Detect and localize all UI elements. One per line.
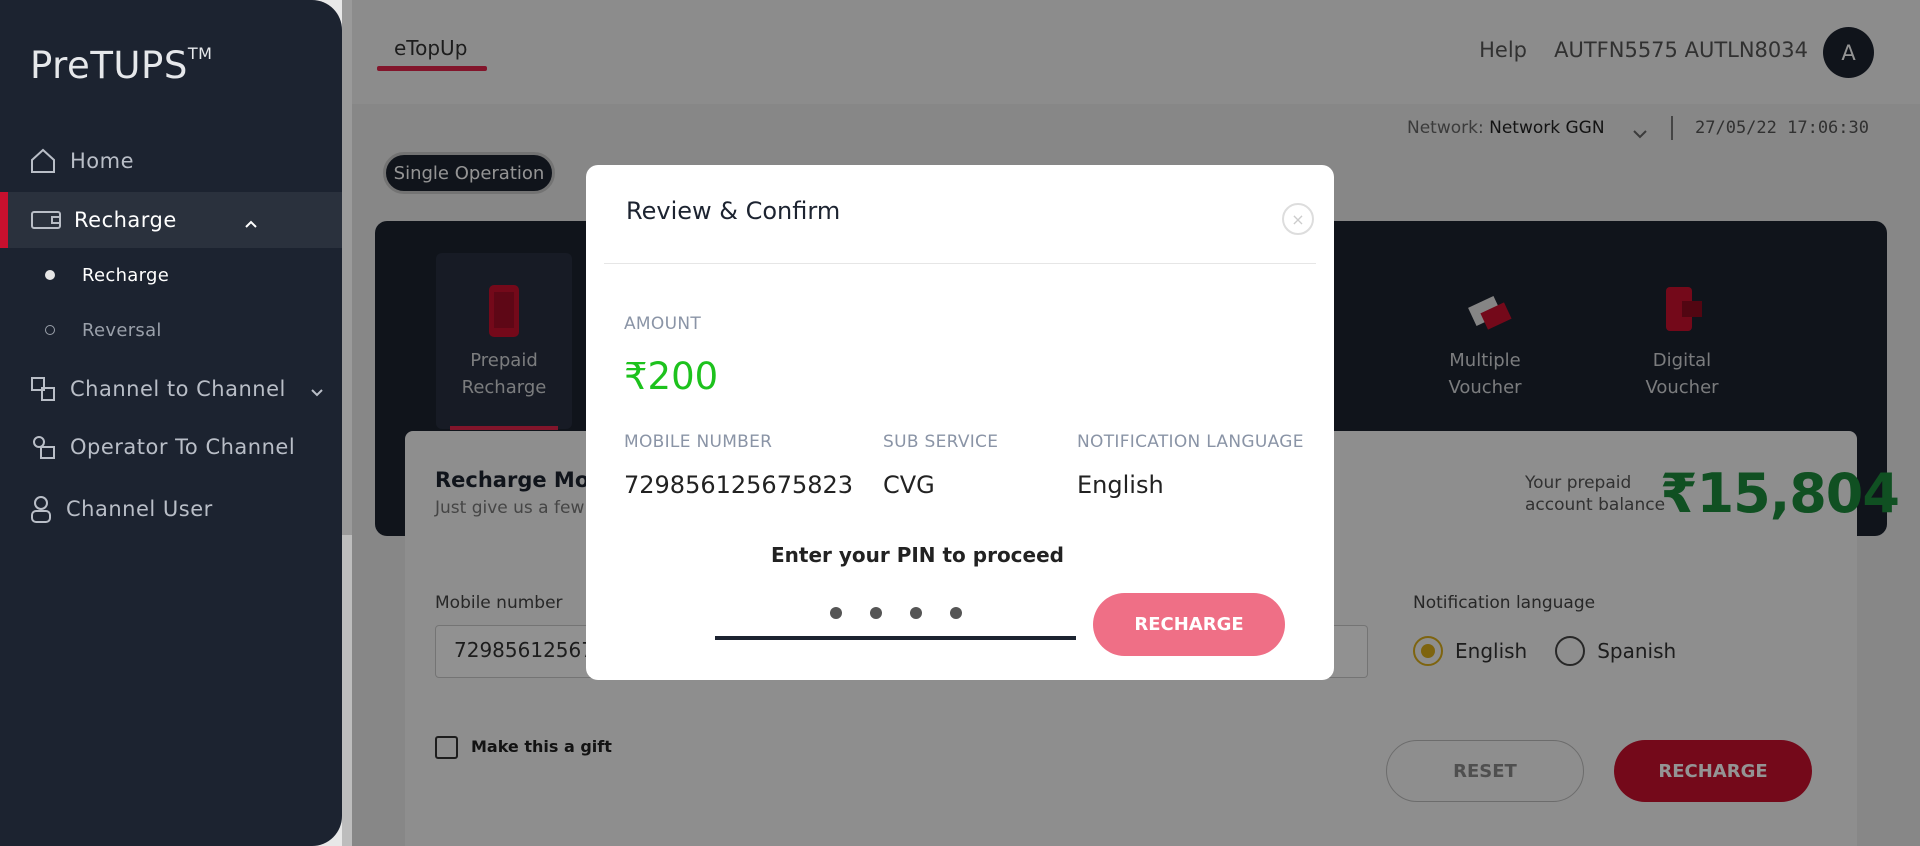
wallet-icon xyxy=(30,205,62,235)
user-icon xyxy=(26,494,56,524)
divider xyxy=(604,263,1316,264)
notification-language-value: English xyxy=(1077,471,1164,499)
sidebar-item-label: Channel User xyxy=(66,497,213,521)
amount-label: AMOUNT xyxy=(624,314,702,334)
chevron-up-icon xyxy=(244,210,258,234)
app-logo: PreTUPSTM xyxy=(30,43,213,87)
sub-service-label: SUB SERVICE xyxy=(883,432,999,452)
modal-title: Review & Confirm xyxy=(626,197,841,225)
sidebar-item-recharge[interactable]: Recharge xyxy=(0,192,342,248)
chevron-down-icon xyxy=(310,379,324,403)
sidebar-item-label: Channel to Channel xyxy=(70,377,286,401)
bullet-hollow-icon xyxy=(45,325,55,335)
transfer-icon xyxy=(28,374,58,404)
notification-language-label: NOTIFICATION LANGUAGE xyxy=(1077,432,1304,452)
pin-dot xyxy=(829,607,842,619)
modal-recharge-button[interactable]: RECHARGE xyxy=(1093,593,1285,656)
review-confirm-modal: Review & Confirm × AMOUNT ₹200 MOBILE NU… xyxy=(586,165,1334,680)
sidebar-item-label: Recharge xyxy=(74,208,177,232)
sidebar: PreTUPSTM Home Recharge Recharge Reversa… xyxy=(0,0,342,846)
sidebar-item-label: Operator To Channel xyxy=(70,435,296,459)
sidebar-item-operator-to-channel[interactable]: Operator To Channel xyxy=(0,419,342,475)
operator-icon xyxy=(28,432,58,462)
close-icon[interactable]: × xyxy=(1282,203,1314,235)
sidebar-item-home[interactable]: Home xyxy=(0,133,342,189)
sub-service-value: CVG xyxy=(883,471,935,499)
mobile-number-label: MOBILE NUMBER xyxy=(624,432,773,452)
sidebar-subitem-label: Recharge xyxy=(82,264,170,286)
bullet-filled-icon xyxy=(45,270,55,280)
sidebar-subitem-reversal[interactable]: Reversal xyxy=(0,310,162,350)
pin-dot xyxy=(909,607,922,619)
sidebar-item-label: Home xyxy=(70,149,135,173)
pin-dot xyxy=(869,607,882,619)
sidebar-item-channel-user[interactable]: Channel User xyxy=(0,481,342,537)
sidebar-subitem-recharge[interactable]: Recharge xyxy=(0,255,169,295)
pin-input[interactable] xyxy=(715,590,1076,640)
pin-dot xyxy=(949,607,962,619)
home-icon xyxy=(28,146,58,176)
mobile-number-value: 729856125675823 xyxy=(624,471,854,499)
sidebar-scrollbar-thumb[interactable] xyxy=(342,0,352,535)
sidebar-subitem-label: Reversal xyxy=(82,319,162,341)
sidebar-item-channel-to-channel[interactable]: Channel to Channel xyxy=(0,361,342,417)
amount-value: ₹200 xyxy=(624,355,719,398)
pin-prompt: Enter your PIN to proceed xyxy=(771,543,1064,567)
